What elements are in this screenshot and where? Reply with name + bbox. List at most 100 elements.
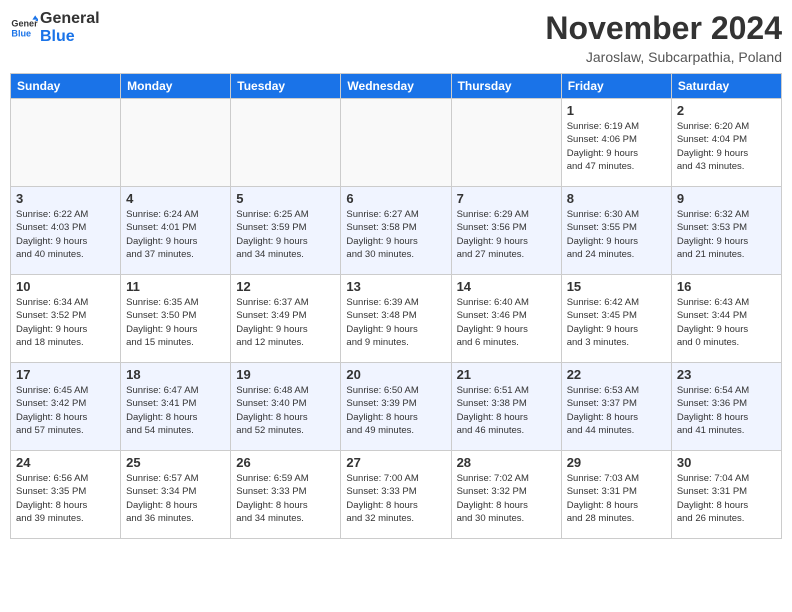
calendar-day: 25Sunrise: 6:57 AM Sunset: 3:34 PM Dayli… [121,451,231,539]
month-title: November 2024 [545,10,782,47]
day-number: 13 [346,279,445,294]
calendar-day: 3 Sunrise: 6:22 AM Sunset: 4:03 PM Daylig… [11,187,121,275]
calendar-header-row: SundayMondayTuesdayWednesdayThursdayFrid… [11,74,782,99]
day-info: Sunrise: 6:29 AM Sunset: 3:56 PM Dayligh… [457,208,556,261]
day-info: Sunrise: 6:42 AM Sunset: 3:45 PM Dayligh… [567,296,666,349]
day-number: 19 [236,367,335,382]
calendar-day: 28 Sunrise: 7:02 AM Sunset: 3:32 PM Dayli… [451,451,561,539]
day-number: 1 [567,103,666,118]
calendar-day: 2 Sunrise: 6:20 AM Sunset: 4:04 PM Daylig… [671,99,781,187]
day-number: 22 [567,367,666,382]
day-info: Sunrise: 7:04 AM Sunset: 3:31 PM Dayligh… [677,472,776,525]
day-number: 17 [16,367,115,382]
day-info: Sunrise: 6:43 AM Sunset: 3:44 PM Dayligh… [677,296,776,349]
calendar-week-row: 17 Sunrise: 6:45 AM Sunset: 3:42 PM Dayli… [11,363,782,451]
calendar-day: 29Sunrise: 7:03 AM Sunset: 3:31 PM Dayli… [561,451,671,539]
calendar-day: 6 Sunrise: 6:27 AM Sunset: 3:58 PM Daylig… [341,187,451,275]
calendar-day [121,99,231,187]
day-number: 3 [16,191,115,206]
calendar-day [11,99,121,187]
day-info: Sunrise: 6:30 AM Sunset: 3:55 PM Dayligh… [567,208,666,261]
day-info: Sunrise: 6:19 AM Sunset: 4:06 PM Dayligh… [567,120,666,173]
weekday-header: Monday [121,74,231,99]
day-info: Sunrise: 6:32 AM Sunset: 3:53 PM Dayligh… [677,208,776,261]
calendar-day: 19 Sunrise: 6:48 AM Sunset: 3:40 PM Dayli… [231,363,341,451]
day-info: Sunrise: 6:20 AM Sunset: 4:04 PM Dayligh… [677,120,776,173]
weekday-header: Wednesday [341,74,451,99]
day-number: 15 [567,279,666,294]
day-number: 18 [126,367,225,382]
day-number: 8 [567,191,666,206]
day-number: 11 [126,279,225,294]
day-number: 27 [346,455,445,470]
day-number: 25 [126,455,225,470]
day-info: Sunrise: 6:47 AM Sunset: 3:41 PM Dayligh… [126,384,225,437]
calendar-day: 27 Sunrise: 7:00 AM Sunset: 3:33 PM Dayli… [341,451,451,539]
svg-text:General: General [11,18,38,28]
calendar-day: 20 Sunrise: 6:50 AM Sunset: 3:39 PM Dayli… [341,363,451,451]
calendar-day: 15 Sunrise: 6:42 AM Sunset: 3:45 PM Dayli… [561,275,671,363]
day-number: 4 [126,191,225,206]
day-number: 16 [677,279,776,294]
logo: General Blue General Blue [10,10,100,45]
calendar-day: 5Sunrise: 6:25 AM Sunset: 3:59 PM Daylig… [231,187,341,275]
day-info: Sunrise: 6:45 AM Sunset: 3:42 PM Dayligh… [16,384,115,437]
day-number: 12 [236,279,335,294]
weekday-header: Saturday [671,74,781,99]
logo-general: General [40,10,100,28]
day-info: Sunrise: 6:37 AM Sunset: 3:49 PM Dayligh… [236,296,335,349]
calendar-day: 4 Sunrise: 6:24 AM Sunset: 4:01 PM Daylig… [121,187,231,275]
weekday-header: Thursday [451,74,561,99]
calendar-week-row: 10 Sunrise: 6:34 AM Sunset: 3:52 PM Dayli… [11,275,782,363]
day-number: 2 [677,103,776,118]
calendar-week-row: 1 Sunrise: 6:19 AM Sunset: 4:06 PM Daylig… [11,99,782,187]
calendar-day: 7 Sunrise: 6:29 AM Sunset: 3:56 PM Daylig… [451,187,561,275]
calendar-day: 24 Sunrise: 6:56 AM Sunset: 3:35 PM Dayli… [11,451,121,539]
day-info: Sunrise: 7:00 AM Sunset: 3:33 PM Dayligh… [346,472,445,525]
day-number: 26 [236,455,335,470]
day-number: 28 [457,455,556,470]
day-info: Sunrise: 6:50 AM Sunset: 3:39 PM Dayligh… [346,384,445,437]
calendar-week-row: 3 Sunrise: 6:22 AM Sunset: 4:03 PM Daylig… [11,187,782,275]
day-info: Sunrise: 6:54 AM Sunset: 3:36 PM Dayligh… [677,384,776,437]
calendar-day: 18 Sunrise: 6:47 AM Sunset: 3:41 PM Dayli… [121,363,231,451]
day-number: 14 [457,279,556,294]
svg-text:Blue: Blue [11,28,31,38]
calendar-day: 30 Sunrise: 7:04 AM Sunset: 3:31 PM Dayli… [671,451,781,539]
logo-icon: General Blue [10,14,38,42]
calendar-day: 1 Sunrise: 6:19 AM Sunset: 4:06 PM Daylig… [561,99,671,187]
day-info: Sunrise: 6:56 AM Sunset: 3:35 PM Dayligh… [16,472,115,525]
day-info: Sunrise: 6:22 AM Sunset: 4:03 PM Dayligh… [16,208,115,261]
day-number: 5 [236,191,335,206]
calendar-day: 13Sunrise: 6:39 AM Sunset: 3:48 PM Dayli… [341,275,451,363]
calendar-day: 8 Sunrise: 6:30 AM Sunset: 3:55 PM Daylig… [561,187,671,275]
calendar-day [231,99,341,187]
day-info: Sunrise: 6:53 AM Sunset: 3:37 PM Dayligh… [567,384,666,437]
day-info: Sunrise: 6:34 AM Sunset: 3:52 PM Dayligh… [16,296,115,349]
day-number: 29 [567,455,666,470]
day-number: 6 [346,191,445,206]
day-info: Sunrise: 6:59 AM Sunset: 3:33 PM Dayligh… [236,472,335,525]
day-info: Sunrise: 6:35 AM Sunset: 3:50 PM Dayligh… [126,296,225,349]
day-number: 10 [16,279,115,294]
calendar-day: 12 Sunrise: 6:37 AM Sunset: 3:49 PM Dayli… [231,275,341,363]
day-info: Sunrise: 6:48 AM Sunset: 3:40 PM Dayligh… [236,384,335,437]
calendar-day: 14 Sunrise: 6:40 AM Sunset: 3:46 PM Dayli… [451,275,561,363]
day-number: 23 [677,367,776,382]
calendar-day: 17 Sunrise: 6:45 AM Sunset: 3:42 PM Dayli… [11,363,121,451]
location: Jaroslaw, Subcarpathia, Poland [545,49,782,65]
day-number: 20 [346,367,445,382]
day-number: 24 [16,455,115,470]
day-info: Sunrise: 6:27 AM Sunset: 3:58 PM Dayligh… [346,208,445,261]
day-info: Sunrise: 6:24 AM Sunset: 4:01 PM Dayligh… [126,208,225,261]
calendar-day: 10 Sunrise: 6:34 AM Sunset: 3:52 PM Dayli… [11,275,121,363]
day-number: 7 [457,191,556,206]
calendar: SundayMondayTuesdayWednesdayThursdayFrid… [10,73,782,539]
day-number: 9 [677,191,776,206]
title-block: November 2024 Jaroslaw, Subcarpathia, Po… [545,10,782,65]
day-info: Sunrise: 7:02 AM Sunset: 3:32 PM Dayligh… [457,472,556,525]
calendar-day: 16 Sunrise: 6:43 AM Sunset: 3:44 PM Dayli… [671,275,781,363]
day-number: 30 [677,455,776,470]
calendar-day [341,99,451,187]
day-info: Sunrise: 6:40 AM Sunset: 3:46 PM Dayligh… [457,296,556,349]
